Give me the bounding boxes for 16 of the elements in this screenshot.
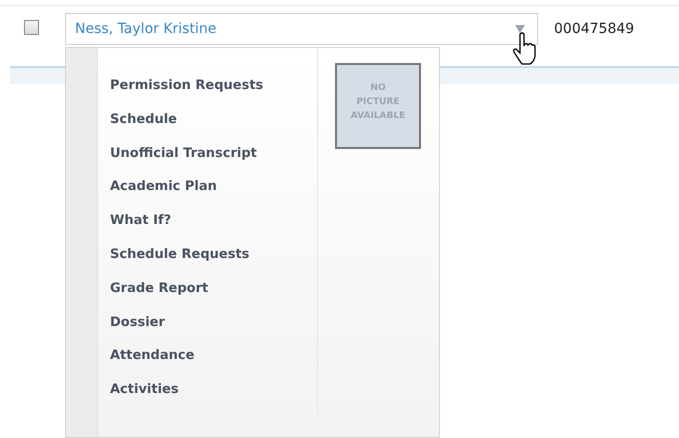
menu-item[interactable]: Schedule (110, 110, 177, 144)
menu-item[interactable]: Academic Plan (110, 177, 217, 212)
student-name: Ness, Taylor Kristine (75, 20, 218, 38)
menu-item[interactable]: What If? (110, 211, 172, 245)
menu-item[interactable]: Schedule Requests (110, 244, 250, 279)
checkbox[interactable] (24, 20, 39, 35)
no-picture-text: NO PICTURE AVAILABLE (350, 82, 406, 123)
menu-item[interactable]: Attendance (110, 346, 194, 380)
student-id: 000475849 (554, 20, 634, 39)
student-dropdown[interactable]: Ness, Taylor Kristine (65, 13, 538, 45)
menu-item[interactable]: Activities (110, 380, 179, 414)
menu-item[interactable]: Unofficial Transcript (110, 144, 257, 178)
dropdown-arrow-icon (515, 25, 525, 33)
menu-item[interactable]: Dossier (110, 312, 165, 346)
menu-item[interactable]: Permission Requests (110, 76, 264, 110)
menu-item[interactable]: Grade Report (110, 278, 208, 313)
